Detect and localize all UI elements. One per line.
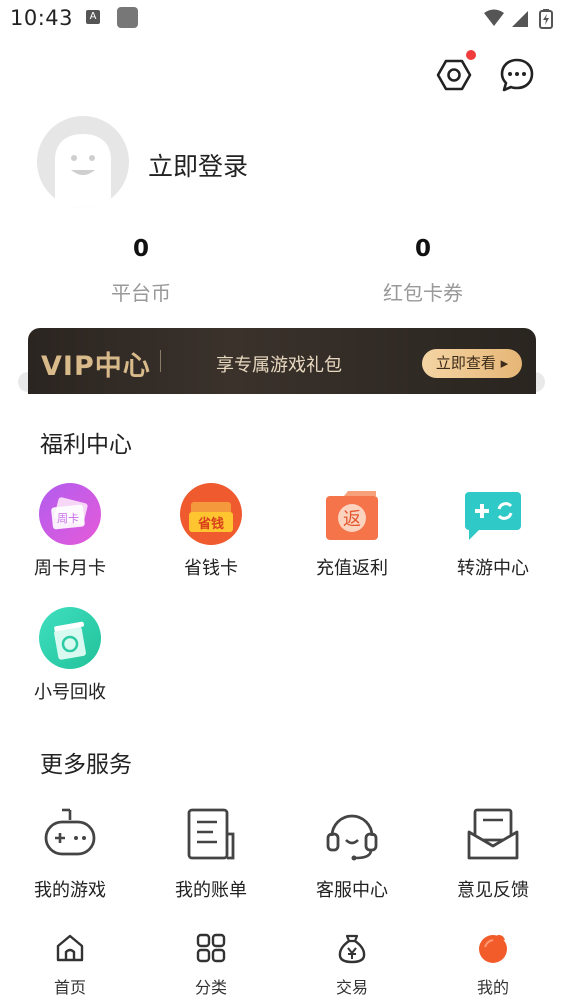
welfare-item-account-recycle[interactable]: 小号回收: [10, 606, 130, 704]
nav-label: 分类: [194, 978, 227, 997]
welfare-item-label: 省钱卡: [184, 558, 238, 579]
nav-label: 首页: [53, 978, 86, 997]
save-card-icon-text: 省钱: [197, 516, 224, 532]
coupon-value[interactable]: 0: [353, 236, 493, 262]
account-recycle-icon: [39, 607, 101, 669]
signal-icon: [512, 11, 528, 27]
welfare-item-label: 周卡月卡: [34, 558, 106, 579]
nav-home[interactable]: 首页: [30, 932, 110, 998]
transfer-game-icon: [465, 492, 521, 540]
platform-coin-value[interactable]: 0: [71, 236, 211, 262]
service-item-label: 意见反馈: [457, 880, 529, 901]
service-item-customer-service[interactable]: 客服中心: [292, 806, 412, 902]
welfare-item-transfer-game[interactable]: 转游中心: [433, 482, 553, 580]
login-link[interactable]: 立即登录: [148, 147, 248, 183]
vip-description: 享专属游戏礼包: [216, 355, 342, 376]
status-time: 10:43: [10, 6, 74, 30]
welfare-item-label: 充值返利: [316, 558, 388, 579]
rebate-icon-text: 返: [343, 509, 361, 530]
notification-dot: [466, 50, 476, 60]
category-grid-icon: [196, 933, 226, 963]
status-bar: 10:43 A: [0, 0, 564, 38]
mine-icon: [479, 934, 507, 963]
nav-label: 交易: [335, 978, 368, 997]
welfare-item-label: 转游中心: [457, 558, 529, 579]
feedback-mail-icon: [467, 808, 519, 860]
settings-gear-icon[interactable]: [436, 57, 472, 93]
welfare-item-recharge-rebate[interactable]: 返 充值返利: [292, 482, 412, 580]
money-bag-icon: [338, 934, 366, 964]
home-icon: [56, 934, 84, 962]
platform-coin-label[interactable]: 平台币: [61, 277, 221, 306]
vip-view-button[interactable]: 立即查看 ▸: [422, 349, 522, 378]
services-section-title: 更多服务: [40, 752, 132, 778]
status-icons: [484, 9, 553, 29]
nav-trade[interactable]: 交易: [312, 932, 392, 998]
notification-square-icon: [117, 7, 138, 28]
gamepad-icon: [44, 808, 96, 856]
week-card-icon-text: 周卡: [57, 512, 79, 525]
service-item-my-games[interactable]: 我的游戏: [10, 806, 130, 902]
service-item-label: 我的游戏: [34, 880, 106, 901]
week-month-card-icon: 周卡: [39, 483, 101, 545]
vip-divider: [160, 350, 161, 372]
bill-icon: [187, 808, 235, 860]
nav-label: 我的: [476, 978, 509, 997]
notification-a-icon: A: [86, 10, 100, 24]
avatar[interactable]: [37, 116, 129, 208]
nav-mine[interactable]: 我的: [453, 932, 533, 998]
recharge-rebate-icon: 返: [326, 491, 378, 540]
coupon-label[interactable]: 红包卡券: [343, 277, 503, 306]
welfare-section-title: 福利中心: [40, 432, 132, 458]
headset-icon: [326, 814, 378, 861]
vip-title: VIP中心: [41, 351, 151, 382]
nav-category[interactable]: 分类: [171, 932, 251, 998]
save-money-card-icon: 省钱: [180, 483, 242, 545]
service-item-label: 客服中心: [316, 880, 388, 901]
service-item-label: 我的账单: [175, 880, 247, 901]
welfare-item-label: 小号回收: [34, 682, 106, 703]
default-avatar-icon: [55, 134, 111, 208]
welfare-item-save-money-card[interactable]: 省钱 省钱卡: [151, 482, 271, 580]
service-item-my-bills[interactable]: 我的账单: [151, 806, 271, 902]
welfare-item-week-month-card[interactable]: 周卡 周卡月卡: [10, 482, 130, 580]
wifi-icon: [484, 9, 504, 26]
message-icon[interactable]: [499, 57, 535, 93]
service-item-feedback[interactable]: 意见反馈: [433, 806, 553, 902]
battery-icon: [539, 9, 553, 29]
